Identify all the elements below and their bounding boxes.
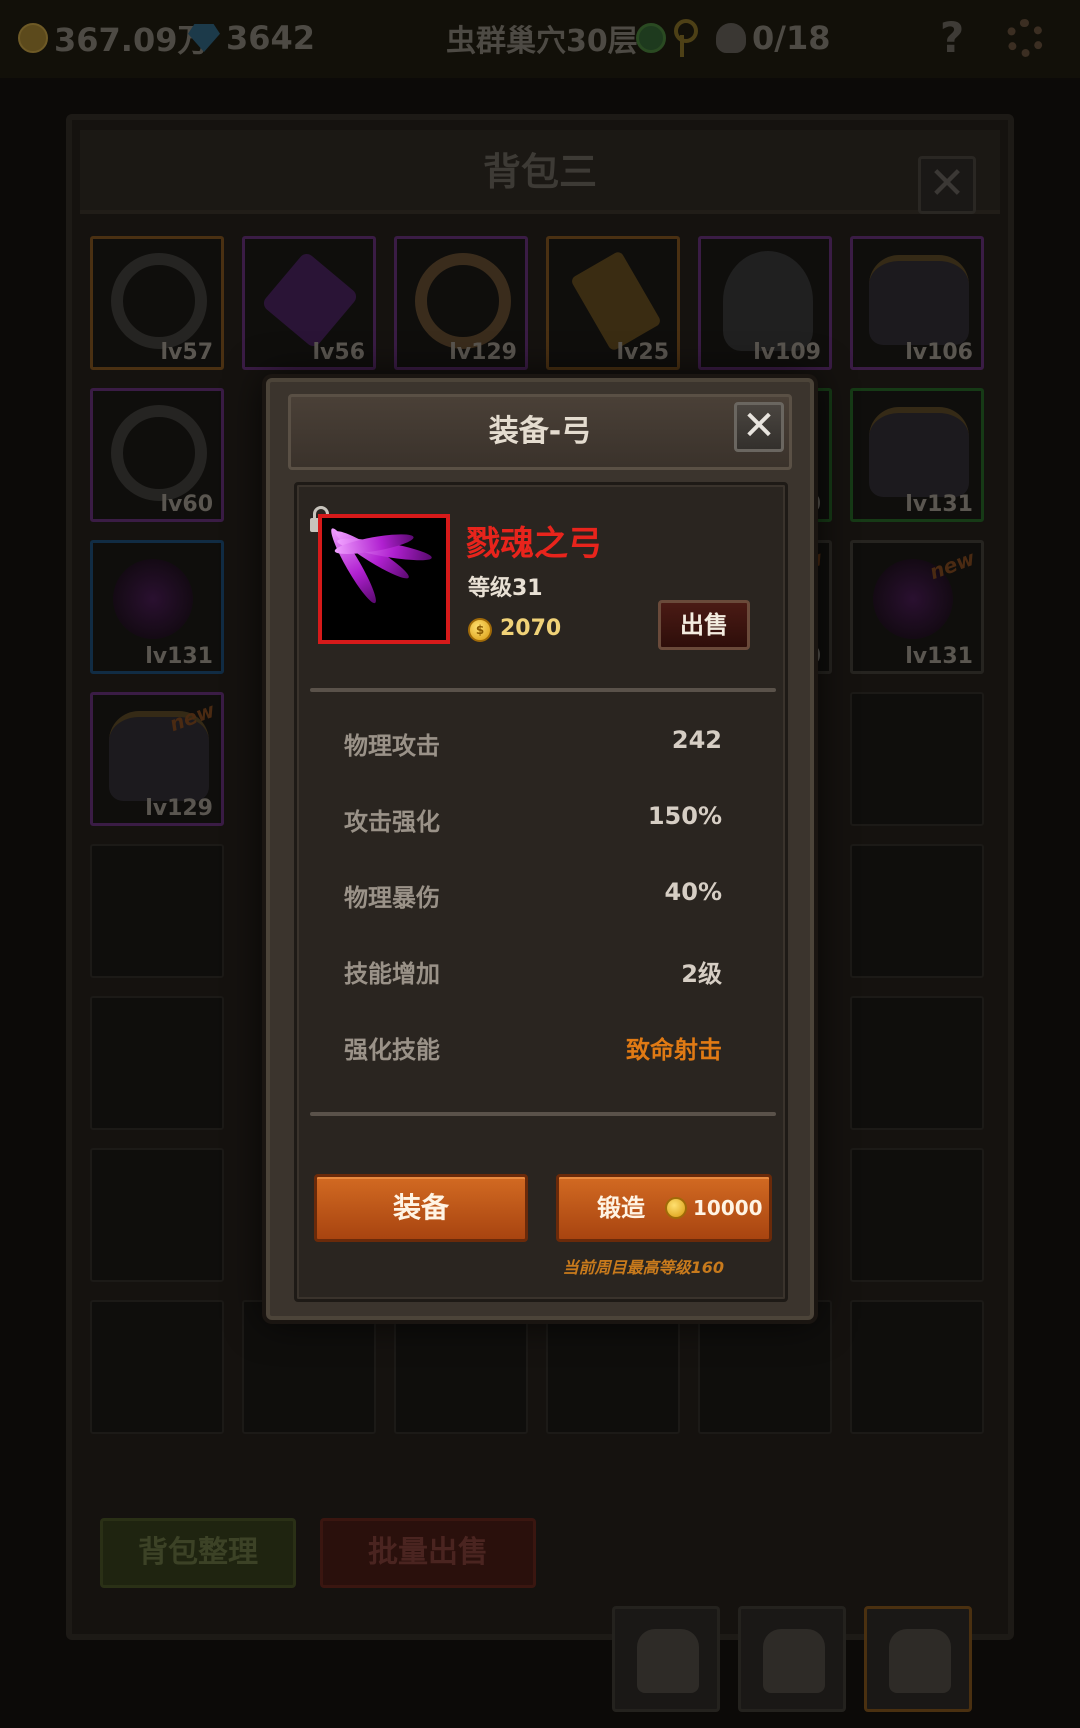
stat-value: 2级: [681, 960, 722, 988]
item-image: [318, 514, 450, 644]
stat-label: 强化技能: [344, 1036, 440, 1064]
forge-button[interactable]: 锻造 10000: [556, 1174, 772, 1242]
stat-value: 40%: [664, 878, 722, 906]
stat-label: 技能增加: [344, 960, 440, 988]
stat-value: 242: [671, 726, 722, 754]
forge-label: 锻造: [597, 1194, 645, 1222]
item-name: 戮魂之弓: [466, 524, 602, 564]
stat-label: 攻击强化: [344, 808, 440, 836]
popup-title: 装备-弓: [488, 414, 592, 449]
max-level-note: 当前周目最高等级160: [562, 1258, 724, 1277]
popup-close-button[interactable]: ✕: [734, 402, 784, 452]
gold-coin-icon: $: [468, 618, 492, 642]
divider: [310, 688, 776, 692]
stat-value: 150%: [647, 802, 722, 830]
item-price: 2070: [500, 616, 562, 641]
stat-label: 物理暴伤: [344, 884, 440, 912]
equip-button[interactable]: 装备: [314, 1174, 528, 1242]
enhanced-skill-value: 致命射击: [626, 1036, 722, 1064]
gold-coin-icon: [665, 1197, 687, 1219]
item-level: 等级31: [468, 576, 543, 601]
sell-button[interactable]: 出售: [658, 600, 750, 650]
popup-header: 装备-弓: [288, 394, 792, 470]
forge-cost: 10000: [693, 1196, 763, 1220]
stat-label: 物理攻击: [344, 732, 440, 760]
divider: [310, 1112, 776, 1116]
equipment-popup: 装备-弓 ✕ 戮魂之弓 等级31 $ 2070 出售 物理攻击 242 攻击强化…: [266, 378, 814, 1320]
